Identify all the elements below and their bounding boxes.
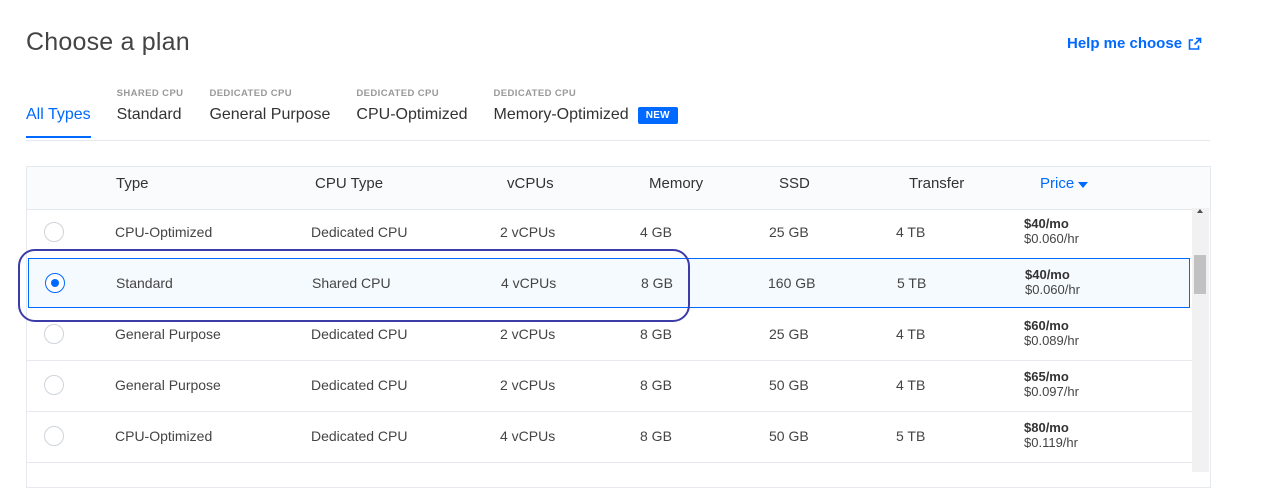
cell-memory: 8 GB [641,275,673,291]
cell-memory: 8 GB [640,377,672,393]
new-badge: NEW [637,106,678,124]
price-monthly: $40/mo [1024,216,1069,231]
price-hourly: $0.119/hr [1024,435,1078,450]
column-header-price[interactable]: Price [1040,175,1089,192]
tab-all-types[interactable]: All Types [26,88,91,138]
tab-standard[interactable]: SHARED CPU Standard [117,88,184,138]
price-monthly: $60/mo [1024,318,1069,333]
column-header-transfer[interactable]: Transfer [909,175,964,192]
tab-label: CPU-Optimized [356,106,468,123]
cell-cpu-type: Dedicated CPU [311,428,408,444]
tab-label-wrap: Memory-Optimized NEW [494,106,678,124]
page-title: Choose a plan [26,28,190,56]
price-hourly: $0.097/hr [1024,384,1079,399]
caret-down-icon [1078,181,1089,188]
cell-type: Standard [116,275,173,291]
column-header-cpu-type[interactable]: CPU Type [315,175,383,192]
cell-transfer: 5 TB [897,275,927,291]
cell-cpu-type: Dedicated CPU [311,377,408,393]
cell-transfer: 5 TB [896,428,926,444]
column-header-type[interactable]: Type [116,175,149,192]
cell-cpu-type: Dedicated CPU [311,224,408,240]
tab-cpu-optimized[interactable]: DEDICATED CPU CPU-Optimized [356,88,467,138]
tab-memory-optimized[interactable]: DEDICATED CPU Memory-Optimized NEW [494,88,678,138]
tab-label: Memory-Optimized [493,106,629,123]
table-scrollbar[interactable] [1192,208,1209,472]
cell-price: $60/mo $0.089/hr [1024,318,1079,348]
scrollbar-thumb[interactable] [1194,255,1206,294]
tab-general-purpose[interactable]: DEDICATED CPU General Purpose [209,88,330,138]
cell-price: $65/mo $0.097/hr [1024,369,1079,399]
tab-category: DEDICATED CPU [493,88,577,99]
table-row-selected[interactable]: Standard Shared CPU 4 vCPUs 8 GB 160 GB … [28,258,1190,308]
external-link-icon [1188,37,1202,50]
cell-vcpus: 4 vCPUs [501,275,557,291]
table-row[interactable]: General Purpose Dedicated CPU 2 vCPUs 8 … [27,360,1192,412]
cell-price: $40/mo $0.060/hr [1024,216,1079,246]
cell-transfer: 4 TB [896,377,926,393]
cell-vcpus: 2 vCPUs [500,326,556,342]
cell-ssd: 50 GB [769,428,809,444]
column-header-vcpus[interactable]: vCPUs [507,175,554,192]
plans-table: Type CPU Type vCPUs Memory SSD Transfer … [26,166,1211,488]
plan-radio[interactable] [44,222,64,242]
cell-memory: 4 GB [640,224,672,240]
price-hourly: $0.060/hr [1025,282,1080,297]
cell-type: General Purpose [115,326,221,342]
cell-transfer: 4 TB [896,326,926,342]
cell-price: $40/mo $0.060/hr [1025,267,1080,297]
cell-type: CPU-Optimized [115,224,213,240]
column-header-ssd[interactable]: SSD [779,175,810,192]
cell-ssd: 160 GB [768,275,816,291]
price-monthly: $80/mo [1024,420,1069,435]
price-header-label: Price [1040,175,1075,192]
tab-category: DEDICATED CPU [209,88,293,99]
cell-memory: 8 GB [640,428,672,444]
table-row[interactable]: General Purpose Dedicated CPU 2 vCPUs 8 … [27,309,1192,361]
price-monthly: $65/mo [1024,369,1069,384]
cell-cpu-type: Shared CPU [312,275,391,291]
tab-label: All Types [26,106,91,123]
cell-transfer: 4 TB [896,224,926,240]
price-hourly: $0.089/hr [1024,333,1079,348]
tab-label: General Purpose [209,106,331,123]
cell-ssd: 25 GB [769,326,809,342]
tab-category [26,88,91,100]
plan-radio-selected[interactable] [45,273,65,293]
table-row[interactable]: CPU-Optimized Dedicated CPU 2 vCPUs 4 GB… [27,207,1192,259]
plan-radio[interactable] [44,375,64,395]
cell-ssd: 50 GB [769,377,809,393]
cell-vcpus: 2 vCPUs [500,224,556,240]
cell-vcpus: 4 vCPUs [500,428,556,444]
plan-radio[interactable] [44,426,64,446]
scroll-up-arrow-icon[interactable] [1197,209,1203,213]
tabs-divider [26,140,1210,141]
help-link-label: Help me choose [1067,35,1183,52]
cell-price: $80/mo $0.119/hr [1024,420,1078,450]
plan-type-tabs: All Types SHARED CPU Standard DEDICATED … [26,88,704,138]
cell-memory: 8 GB [640,326,672,342]
plan-radio[interactable] [44,324,64,344]
help-me-choose-link[interactable]: Help me choose [1067,35,1202,52]
table-header: Type CPU Type vCPUs Memory SSD Transfer … [27,167,1210,210]
price-monthly: $40/mo [1025,267,1070,282]
cell-vcpus: 2 vCPUs [500,377,556,393]
cell-ssd: 25 GB [769,224,809,240]
tab-label: Standard [116,106,182,123]
price-hourly: $0.060/hr [1024,231,1079,246]
cell-type: CPU-Optimized [115,428,213,444]
table-row[interactable]: CPU-Optimized Dedicated CPU 4 vCPUs 8 GB… [27,411,1192,463]
column-header-memory[interactable]: Memory [649,175,703,192]
tab-category: DEDICATED CPU [356,88,440,99]
tab-category: SHARED CPU [116,88,184,99]
cell-cpu-type: Dedicated CPU [311,326,408,342]
cell-type: General Purpose [115,377,221,393]
